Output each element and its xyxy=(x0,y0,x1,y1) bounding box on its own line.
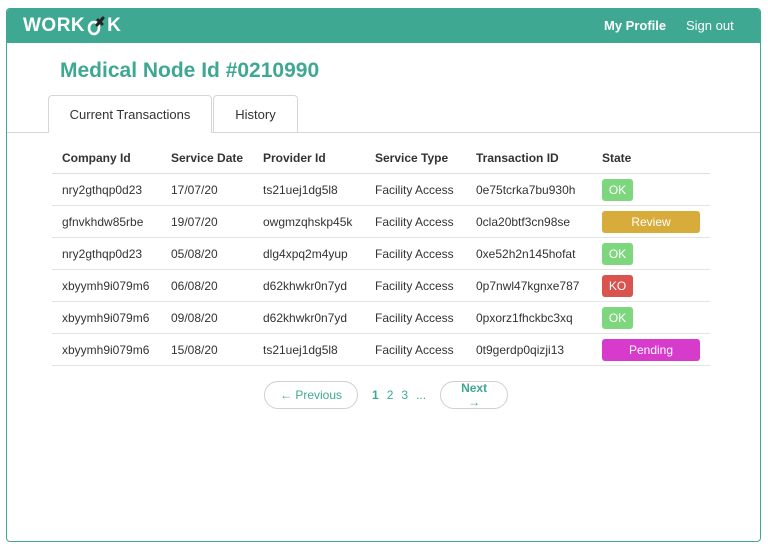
company-id-cell: nry2gthqp0d23 xyxy=(52,237,161,270)
company-id-cell: gfnvkhdw85rbe xyxy=(52,205,161,238)
service-type-cell: Facility Access xyxy=(365,269,466,302)
transaction-id-cell: 0p7nwl47kgnxe787 xyxy=(466,269,592,302)
state-badge-pending[interactable]: Pending xyxy=(602,338,700,361)
provider-id-cell: d62khwkr0n7yd xyxy=(253,301,365,334)
page-number-3[interactable]: 3 xyxy=(401,388,408,402)
column-header-provider-id: Provider Id xyxy=(253,143,365,174)
table-row[interactable]: gfnvkhdw85rbe 19/07/20 owgmzqhskp45k Facili… xyxy=(52,205,710,238)
transactions-table: Company Id Service Date Provider Id Serv… xyxy=(52,143,710,366)
company-id-cell: xbyymh9i079m6 xyxy=(52,269,161,302)
service-date-cell: 05/08/20 xyxy=(161,237,253,270)
table-row[interactable]: xbyymh9i079m6 15/08/20 ts21uej1dg5l8 Facili… xyxy=(52,333,710,366)
provider-id-cell: ts21uej1dg5l8 xyxy=(253,333,365,366)
state-cell: OK xyxy=(592,301,710,334)
company-id-cell: nry2gthqp0d23 xyxy=(52,173,161,206)
state-cell: Pending xyxy=(592,333,710,366)
sign-out-link[interactable]: Sign out xyxy=(686,18,734,33)
column-header-service-type: Service Type xyxy=(365,143,466,174)
state-badge-ok: OK xyxy=(602,306,633,329)
table-row[interactable]: nry2gthqp0d23 17/07/20 ts21uej1dg5l8 Facili… xyxy=(52,173,710,206)
state-cell: KO xyxy=(592,269,710,302)
service-date-cell: 09/08/20 xyxy=(161,301,253,334)
transaction-id-cell: 0e75tcrka7bu930h xyxy=(466,173,592,206)
state-cell: Review xyxy=(592,205,710,238)
service-type-cell: Facility Access xyxy=(365,333,466,366)
page-number-1[interactable]: 1 xyxy=(372,388,379,402)
provider-id-cell: dlg4xpq2m4yup xyxy=(253,237,365,270)
company-id-cell: xbyymh9i079m6 xyxy=(52,333,161,366)
tab-bar: Current Transactions History xyxy=(7,95,760,133)
state-badge-ko: KO xyxy=(602,274,633,297)
page-title: Medical Node Id #0210990 xyxy=(60,59,320,82)
service-date-cell: 15/08/20 xyxy=(161,333,253,366)
chain-link-icon xyxy=(87,16,105,36)
service-type-cell: Facility Access xyxy=(365,301,466,334)
column-header-company-id: Company Id xyxy=(52,143,161,174)
page-ellipsis: ... xyxy=(416,388,427,402)
pagination: ← Previous 1 2 3 ... Next → xyxy=(264,380,509,410)
column-header-state: State xyxy=(592,143,710,174)
tab-history[interactable]: History xyxy=(213,95,298,132)
state-badge-ok: OK xyxy=(602,242,633,265)
page-number-2[interactable]: 2 xyxy=(387,388,394,402)
service-date-cell: 06/08/20 xyxy=(161,269,253,302)
page-numbers: 1 2 3 ... xyxy=(368,388,430,402)
logo: WORK K xyxy=(23,15,121,37)
state-cell: OK xyxy=(592,237,710,270)
top-bar: WORK K My Profile Sign out xyxy=(7,9,760,43)
provider-id-cell: ts21uej1dg5l8 xyxy=(253,173,365,206)
transaction-id-cell: 0t9gerdp0qizji13 xyxy=(466,333,592,366)
provider-id-cell: owgmzqhskp45k xyxy=(253,205,365,238)
table-header-row: Company Id Service Date Provider Id Serv… xyxy=(52,143,710,174)
transaction-id-cell: 0cla20btf3cn98se xyxy=(466,205,592,238)
tab-current-transactions[interactable]: Current Transactions xyxy=(48,95,212,133)
next-page-button[interactable]: Next → xyxy=(440,381,509,409)
transaction-id-cell: 0pxorz1fhckbc3xq xyxy=(466,301,592,334)
service-type-cell: Facility Access xyxy=(365,237,466,270)
logo-text-left: WORK xyxy=(23,15,86,36)
company-id-cell: xbyymh9i079m6 xyxy=(52,301,161,334)
state-badge-ok: OK xyxy=(602,178,633,201)
transaction-id-cell: 0xe52h2n145hofat xyxy=(466,237,592,270)
table-row[interactable]: nry2gthqp0d23 05/08/20 dlg4xpq2m4yup Facili… xyxy=(52,237,710,270)
service-type-cell: Facility Access xyxy=(365,173,466,206)
provider-id-cell: d62khwkr0n7yd xyxy=(253,269,365,302)
my-profile-link[interactable]: My Profile xyxy=(604,18,666,33)
state-cell: OK xyxy=(592,173,710,206)
table-row[interactable]: xbyymh9i079m6 09/08/20 d62khwkr0n7yd Facili… xyxy=(52,301,710,334)
table-row[interactable]: xbyymh9i079m6 06/08/20 d62khwkr0n7yd Facili… xyxy=(52,269,710,302)
service-date-cell: 17/07/20 xyxy=(161,173,253,206)
column-header-transaction-id: Transaction ID xyxy=(466,143,592,174)
service-type-cell: Facility Access xyxy=(365,205,466,238)
service-date-cell: 19/07/20 xyxy=(161,205,253,238)
logo-text-right: K xyxy=(107,15,122,36)
previous-page-button[interactable]: ← Previous xyxy=(264,381,358,409)
app-window: WORK K My Profile Sign out Medical Node … xyxy=(6,8,761,542)
column-header-service-date: Service Date xyxy=(161,143,253,174)
state-badge-review[interactable]: Review xyxy=(602,210,700,233)
